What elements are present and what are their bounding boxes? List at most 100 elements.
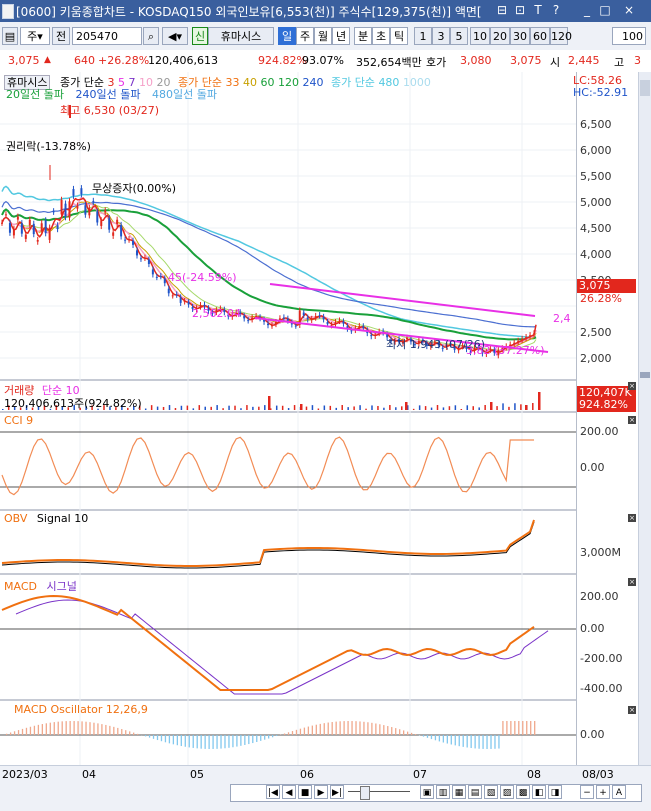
- date-label-4: 07: [413, 768, 427, 781]
- candle-body-176: [350, 330, 352, 331]
- code-input[interactable]: 205470: [72, 27, 142, 45]
- tool-icon-2[interactable]: ▥: [436, 785, 450, 799]
- volume-bar-219: [437, 405, 439, 410]
- candle-body-4: [9, 223, 11, 233]
- period-number-3[interactable]: 10: [470, 27, 490, 45]
- period-select[interactable]: 주▾: [20, 27, 50, 45]
- next-icon[interactable]: ▶: [314, 785, 328, 799]
- zoom-slider-thumb[interactable]: [360, 786, 370, 800]
- osc-bar-186: [371, 723, 372, 735]
- high-label: 고: [614, 54, 624, 70]
- window-title: [0600] 키움종합차트 - KOSDAQ150 외국인보유[6,553(천)…: [16, 3, 482, 20]
- tool-icon-1[interactable]: ▣: [420, 785, 434, 799]
- company-name[interactable]: 휴마시스: [208, 27, 274, 45]
- osc-bar-110: [220, 735, 221, 749]
- last-icon[interactable]: ▶|: [330, 785, 344, 799]
- copy-window-button[interactable]: ⊡: [513, 3, 527, 17]
- volume-value: 120,406,613: [148, 54, 218, 67]
- osc-bar-20: [42, 724, 43, 735]
- period-number-5[interactable]: 30: [510, 27, 530, 45]
- maximize-button[interactable]: □: [598, 3, 612, 17]
- annotation-a: 45(-24.59%): [168, 271, 237, 284]
- osc-bar-196: [391, 727, 392, 735]
- candle-body-58: [116, 220, 118, 224]
- hoga-label: 호가: [426, 54, 446, 70]
- candle-body-144: [287, 319, 289, 321]
- tool-icon-3[interactable]: ▦: [452, 785, 466, 799]
- close-osc-panel-icon[interactable]: ×: [628, 706, 636, 714]
- interval-1[interactable]: 주: [296, 27, 314, 45]
- osc-bar-66: [133, 733, 134, 735]
- auto-icon[interactable]: A: [612, 785, 626, 799]
- prev-icon[interactable]: ◀: [282, 785, 296, 799]
- period-number-6[interactable]: 60: [530, 27, 550, 45]
- period-number-4[interactable]: 20: [490, 27, 510, 45]
- legend-ma120: 120: [278, 76, 299, 89]
- period-number-2[interactable]: 5: [450, 27, 468, 45]
- chart-area[interactable]: [0, 72, 576, 765]
- period-number-7[interactable]: 120: [550, 27, 568, 45]
- tool-icon-6[interactable]: ▨: [500, 785, 514, 799]
- tool-icon-8[interactable]: ◧: [532, 785, 546, 799]
- text-button[interactable]: T: [531, 3, 545, 17]
- osc-bar-98: [197, 735, 198, 748]
- volume-bar-93: [187, 406, 189, 410]
- count-input[interactable]: 100: [612, 27, 646, 45]
- zoom-in-icon[interactable]: +: [596, 785, 610, 799]
- interval-0[interactable]: 일: [278, 27, 296, 45]
- osc-bar-80: [161, 735, 162, 741]
- tool-icon-5[interactable]: ▧: [484, 785, 498, 799]
- zoom-out-icon[interactable]: −: [580, 785, 594, 799]
- close-button[interactable]: ×: [622, 3, 636, 17]
- osc-bar-122: [244, 735, 245, 745]
- osc-bar-12: [26, 728, 27, 735]
- price-tick-0: 6,500: [580, 118, 612, 131]
- interval-2[interactable]: 월: [314, 27, 332, 45]
- tool-icon-7[interactable]: ▩: [516, 785, 530, 799]
- search-icon[interactable]: ⌕: [143, 27, 159, 45]
- vertical-scrollbar[interactable]: [638, 72, 651, 765]
- close-cci-panel-icon[interactable]: ×: [628, 416, 636, 424]
- stop-icon[interactable]: ■: [298, 785, 312, 799]
- zoom-slider-track[interactable]: [348, 791, 410, 792]
- tool-icon-4[interactable]: ▤: [468, 785, 482, 799]
- panel-icon[interactable]: ▤: [2, 27, 18, 45]
- osc-bar-46: [93, 723, 94, 735]
- minimize-button[interactable]: _: [580, 3, 594, 17]
- osc-label: MACD Oscillator 12,26,9: [14, 703, 148, 716]
- osc-bar-116: [232, 735, 233, 747]
- sound-icon[interactable]: ◀▾: [162, 27, 188, 45]
- open-price: 2,445: [568, 54, 600, 67]
- osc-bar-184: [367, 722, 368, 735]
- interval-5[interactable]: 초: [372, 27, 390, 45]
- scroll-thumb[interactable]: [640, 80, 650, 96]
- title-bar: [0600] 키움종합차트 - KOSDAQ150 외국인보유[6,553(천)…: [0, 0, 651, 22]
- period-number-0[interactable]: 1: [414, 27, 432, 45]
- candle-body-28: [57, 225, 59, 229]
- tool-icon-9[interactable]: ◨: [548, 785, 562, 799]
- close-volume-panel-icon[interactable]: ×: [628, 382, 636, 390]
- osc-bar-218: [435, 735, 436, 740]
- help-button[interactable]: ?: [549, 3, 563, 17]
- interval-6[interactable]: 틱: [390, 27, 408, 45]
- candle-body-138: [275, 322, 277, 324]
- interval-4[interactable]: 분: [354, 27, 372, 45]
- close-macd-panel-icon[interactable]: ×: [628, 578, 636, 586]
- candle-body-260: [517, 341, 519, 342]
- first-icon[interactable]: |◀: [266, 785, 280, 799]
- candle-body-264: [525, 337, 527, 338]
- candle-body-12: [25, 235, 27, 239]
- window-icon: [2, 4, 14, 19]
- period-number-1[interactable]: 3: [432, 27, 450, 45]
- interval-3[interactable]: 년: [332, 27, 350, 45]
- volume-bar-261: [520, 404, 522, 410]
- candle-body-44: [88, 208, 90, 215]
- close-obv-panel-icon[interactable]: ×: [628, 514, 636, 522]
- osc-bar-92: [185, 735, 186, 747]
- volume-spike-3: [490, 402, 493, 410]
- volume-bar-180: [359, 405, 361, 410]
- jeon-button[interactable]: 전: [52, 27, 70, 45]
- candle-body-268: [533, 333, 535, 334]
- layout-button[interactable]: ⊟: [495, 3, 509, 17]
- osc-bar-10: [22, 729, 23, 735]
